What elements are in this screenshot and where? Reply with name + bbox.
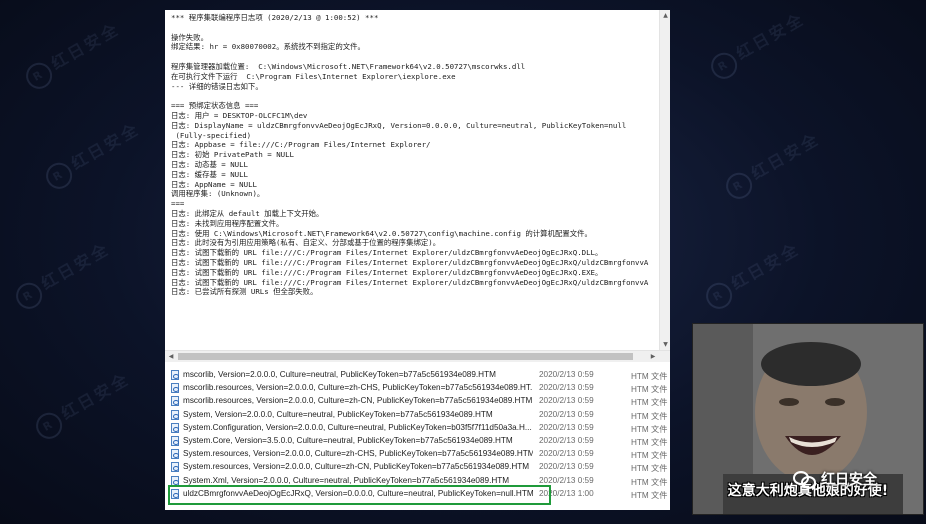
file-date: 2020/2/13 0:59: [539, 383, 594, 393]
file-type: HTM 文件: [631, 477, 668, 487]
log-line: 日志: Appbase = file:///C:/Program Files/I…: [171, 140, 431, 150]
file-row[interactable]: mscorlib.resources, Version=2.0.0.0, Cul…: [165, 395, 670, 408]
log-line: 日志: 试图下载新的 URL file:///C:/Program Files/…: [171, 248, 603, 258]
log-line: 日志: AppName = NULL: [171, 179, 257, 189]
file-type: HTM 文件: [631, 451, 668, 461]
log-line: 日志: 此时没有为引用应用策略(私有、自定义、分部或基于位置的程序集绑定)。: [171, 238, 441, 248]
log-line: 调用程序集: (Unknown)。: [171, 189, 265, 199]
htm-file-icon: [171, 409, 179, 420]
highlight-box: [168, 485, 551, 505]
file-name: System.resources, Version=2.0.0.0, Cultu…: [183, 462, 530, 472]
log-line: 日志: 使用 C:\Windows\Microsoft.NET\Framewor…: [171, 228, 592, 238]
vertical-scrollbar[interactable]: ▲ ▼: [659, 10, 670, 350]
log-line: (Fully-specified): [171, 130, 252, 140]
file-type: HTM 文件: [631, 424, 668, 434]
htm-file-icon: [171, 449, 179, 460]
file-type: HTM 文件: [631, 490, 668, 500]
file-row[interactable]: mscorlib.resources, Version=2.0.0.0, Cul…: [165, 382, 670, 395]
file-type: HTM 文件: [631, 385, 668, 395]
brand-watermark: 红日安全: [793, 467, 877, 491]
log-line: 日志: 试图下载新的 URL file:///C:/Program Files/…: [171, 257, 649, 267]
log-line: 日志: 用户 = DESKTOP-OLCFC1M\dev: [171, 110, 308, 120]
htm-file-icon: [171, 383, 179, 394]
brand-name: 红日安全: [821, 472, 877, 488]
watermark: R红日安全: [20, 15, 126, 94]
log-line: 日志: 未找到应用程序配置文件。: [171, 218, 284, 228]
file-type: HTM 文件: [631, 398, 668, 408]
scrollbar-thumb[interactable]: [178, 353, 633, 360]
file-name: System, Version=2.0.0.0, Culture=neutral…: [183, 409, 493, 419]
file-name: mscorlib, Version=2.0.0.0, Culture=neutr…: [183, 370, 496, 379]
log-line: 日志: 试图下载新的 URL file:///C:/Program Files/…: [171, 277, 649, 287]
file-type: HTM 文件: [631, 464, 668, 474]
watermark: R红日安全: [720, 125, 826, 204]
file-name: mscorlib.resources, Version=2.0.0.0, Cul…: [183, 383, 533, 393]
file-date: 2020/2/13 0:59: [539, 396, 594, 406]
file-name: System.Core, Version=3.5.0.0, Culture=ne…: [183, 436, 513, 445]
log-line: === 预绑定状态信息 ===: [171, 101, 259, 111]
log-line: 日志: 缓存基 = NULL: [171, 169, 248, 179]
file-date: 2020/2/13 0:59: [539, 370, 594, 379]
log-line: 日志: 初始 PrivatePath = NULL: [171, 150, 295, 160]
watermark: R红日安全: [705, 5, 811, 84]
wechat-icon: [793, 471, 816, 489]
scroll-left-icon[interactable]: ◀: [165, 351, 177, 362]
file-date: 2020/2/13 0:59: [539, 449, 594, 459]
log-line: 操作失败。: [171, 32, 208, 42]
file-date: 2020/2/13 0:59: [539, 462, 594, 472]
htm-file-icon: [171, 396, 179, 407]
file-name: System.resources, Version=2.0.0.0, Cultu…: [183, 449, 533, 459]
scroll-down-icon[interactable]: ▼: [660, 339, 670, 350]
watermark: R红日安全: [40, 115, 146, 194]
htm-file-icon: [171, 370, 179, 380]
log-line: *** 程序集联编程序日志项 (2020/2/13 @ 1:00:52) ***: [171, 13, 379, 22]
file-date: 2020/2/13 0:59: [539, 436, 594, 445]
scroll-right-icon[interactable]: ▶: [647, 351, 659, 362]
log-line: --- 详细的错误日志如下。: [171, 81, 263, 91]
file-name: System.Configuration, Version=2.0.0.0, C…: [183, 422, 532, 432]
log-line: 日志: 此绑定从 default 加载上下文开始。: [171, 208, 324, 218]
log-line: ===: [171, 199, 185, 209]
file-row[interactable]: System.Configuration, Version=2.0.0.0, C…: [165, 422, 670, 435]
file-date: 2020/2/13 0:59: [539, 409, 594, 419]
file-name: mscorlib.resources, Version=2.0.0.0, Cul…: [183, 396, 533, 406]
explorer-window: *** 程序集联编程序日志项 (2020/2/13 @ 1:00:52) ***…: [165, 10, 670, 510]
file-date: 2020/2/13 0:59: [539, 422, 594, 432]
watermark: R红日安全: [30, 365, 136, 444]
file-row[interactable]: System.Core, Version=3.5.0.0, Culture=ne…: [165, 435, 670, 448]
file-row[interactable]: System.resources, Version=2.0.0.0, Cultu…: [165, 461, 670, 474]
watermark: R红日安全: [10, 235, 116, 314]
file-row[interactable]: System.resources, Version=2.0.0.0, Cultu…: [165, 448, 670, 461]
log-line: 日志: 动态基 = NULL: [171, 159, 248, 169]
horizontal-scrollbar[interactable]: ◀ ▶: [165, 350, 670, 362]
scroll-up-icon[interactable]: ▲: [660, 10, 670, 21]
file-row[interactable]: System, Version=2.0.0.0, Culture=neutral…: [165, 409, 670, 422]
log-line: 程序集管理器加载位置: C:\Windows\Microsoft.NET\Fra…: [171, 61, 526, 71]
file-type: HTM 文件: [631, 372, 668, 381]
htm-file-icon: [171, 422, 179, 433]
log-line: 日志: DisplayName = uldzCBmrgfonvvAeDeojOg…: [171, 120, 627, 130]
file-name: System.Xml, Version=2.0.0.0, Culture=neu…: [183, 475, 510, 485]
file-type: HTM 文件: [631, 438, 668, 447]
log-line: 绑定结果: hr = 0x80070002。系统找不到指定的文件。: [171, 42, 365, 52]
htm-file-icon: [171, 436, 179, 446]
log-line: 日志: 已尝试所有探测 URLs 但全部失败。: [171, 287, 318, 297]
binding-log-viewer[interactable]: *** 程序集联编程序日志项 (2020/2/13 @ 1:00:52) ***…: [165, 10, 657, 350]
file-row[interactable]: mscorlib, Version=2.0.0.0, Culture=neutr…: [165, 369, 670, 382]
htm-file-icon: [171, 462, 179, 473]
log-line: 日志: 试图下载新的 URL file:///C:/Program Files/…: [171, 267, 603, 277]
watermark: R红日安全: [700, 235, 806, 314]
log-line: 在可执行文件下运行 C:\Program Files\Internet Expl…: [171, 71, 456, 81]
file-type: HTM 文件: [631, 411, 668, 421]
file-date: 2020/2/13 0:59: [539, 475, 594, 485]
